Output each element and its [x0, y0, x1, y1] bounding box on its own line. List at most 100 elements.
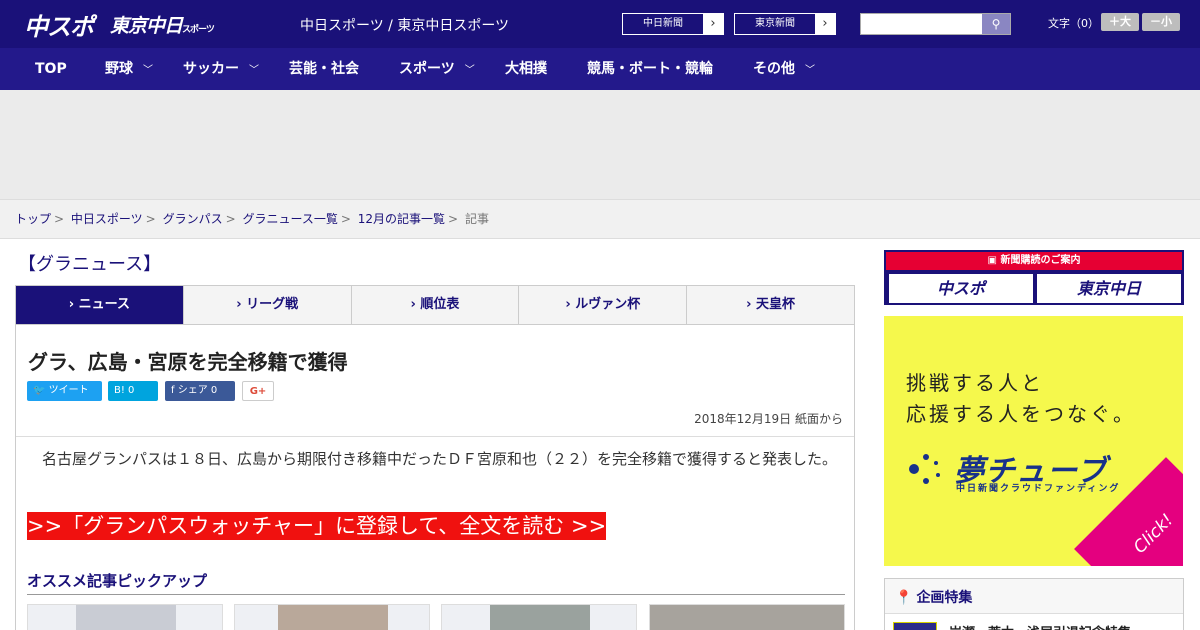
chevron-down-icon: ﹀ — [464, 65, 475, 76]
twitter-icon: 🐦 — [33, 385, 46, 396]
nav-item-baseball[interactable]: 野球 ﹀ — [105, 48, 153, 90]
section-title: 【グラニュース】 — [18, 254, 162, 275]
pickup-title: オススメ記事ピックアップ — [27, 570, 845, 595]
pickup-thumbnail[interactable] — [234, 604, 430, 630]
main-nav: TOP 野球 ﹀ サッカー ﹀ 芸能・社会 スポーツ ﹀ 大相撲 競馬・ボート・競輪 … — [0, 48, 1200, 90]
nav-item-label: 芸能・社会 — [289, 61, 359, 77]
nav-item-label: TOP — [35, 61, 67, 77]
divider — [16, 436, 854, 437]
top-header: 中スポ 東京中日スポーツ 中日スポーツ / 東京中日スポーツ 中日新聞 › 東京… — [0, 0, 1200, 48]
tab-levain-cup[interactable]: › ルヴァン杯 — [519, 286, 688, 324]
nav-item-label: 競馬・ボート・競輪 — [587, 61, 713, 77]
tab-news[interactable]: › ニュース — [16, 286, 184, 324]
font-smaller-button[interactable]: －小 — [1142, 13, 1180, 31]
nav-item-label: スポーツ — [399, 61, 455, 77]
breadcrumb-separator: > — [225, 212, 236, 226]
feature-item[interactable]: 岩瀬・荒木・浅尾引退記念特集 — [885, 613, 1183, 630]
pickup-thumbnail[interactable] — [441, 604, 637, 630]
chevron-right-icon: › — [710, 16, 716, 31]
pickup-thumbnail[interactable] — [649, 604, 845, 630]
breadcrumb-separator: > — [145, 212, 156, 226]
yume-tube-subtitle: 中日新聞クラウドファンディング — [956, 484, 1121, 494]
breadcrumb-chunichi-sports[interactable]: 中日スポーツ — [71, 212, 143, 226]
nav-item-top[interactable]: TOP — [35, 48, 67, 90]
hatena-button[interactable]: B! 0 — [108, 381, 158, 401]
tagline-line: 挑戦する人と — [906, 371, 1044, 395]
article-body: 名古屋グランパスは１８日、広島から期限付き移籍中だったＤＦ宮原和也（２２）を完全… — [42, 450, 838, 468]
tokyo-chunichi-logo-sub: スポーツ — [182, 25, 215, 35]
register-read-full-link[interactable]: >>「グランパスウォッチャー」に登録して、全文を読む >> — [27, 512, 607, 540]
feature-section: 📍企画特集 岩瀬・荒木・浅尾引退記念特集 — [884, 578, 1184, 630]
tab-league[interactable]: › リーグ戦 — [184, 286, 352, 324]
chunichi-sports-logo: 中スポ — [889, 274, 1033, 303]
chunichi-shimbun-link[interactable]: 中日新聞 › — [622, 13, 724, 35]
chevron-down-icon: ﹀ — [805, 65, 815, 76]
tab-emperors-cup[interactable]: › 天皇杯 — [687, 286, 854, 324]
nav-item-label: 大相撲 — [505, 61, 547, 77]
feature-item-label: 岩瀬・荒木・浅尾引退記念特集 — [949, 622, 1131, 630]
ext-link-label: 中日新聞 — [623, 14, 703, 34]
dots-icon — [909, 454, 940, 484]
nav-item-other[interactable]: その他 ﹀ — [753, 48, 815, 90]
subscription-heading-text: 新聞購読のご案内 — [1000, 255, 1081, 266]
font-larger-button[interactable]: ＋大 — [1101, 13, 1139, 31]
newspaper-icon: ▣ — [987, 255, 997, 266]
breadcrumb-separator: > — [448, 212, 459, 226]
breadcrumb-separator: > — [54, 212, 65, 226]
subscription-banner[interactable]: ▣ 新聞購読のご案内 中スポ 東京中日 — [884, 250, 1184, 305]
article-headline: グラ、広島・宮原を完全移籍で獲得 — [28, 350, 348, 374]
breadcrumb-grampus[interactable]: グランパス — [163, 212, 223, 226]
chunichi-sports-logo[interactable]: 中スポ — [24, 7, 94, 42]
chevron-right-icon: › — [822, 16, 828, 31]
breadcrumb-december-list[interactable]: 12月の記事一覧 — [358, 212, 445, 226]
google-plus-button[interactable]: G+ — [242, 381, 274, 401]
feature-title-text: 企画特集 — [916, 590, 973, 606]
breadcrumb-current: 記事 — [464, 212, 489, 226]
article-dateline: 2018年12月19日 紙面から — [694, 412, 843, 426]
search-button[interactable]: ⚲ — [982, 14, 1010, 34]
breadcrumb-gra-news-list[interactable]: グラニュース一覧 — [242, 212, 337, 226]
nav-item-label: サッカー — [183, 61, 239, 77]
chevron-down-icon: ﹀ — [249, 65, 259, 76]
ext-link-label: 東京新聞 — [735, 14, 815, 34]
thumbnail-image — [76, 605, 176, 630]
pickup-thumbnail[interactable] — [27, 604, 223, 630]
thumbnail-image — [278, 605, 388, 630]
nav-item-soccer[interactable]: サッカー ﹀ — [183, 48, 259, 90]
search-icon: ⚲ — [991, 17, 1001, 31]
feature-title: 📍 企画特集 — [895, 587, 972, 607]
tokyo-chunichi-logo: 東京中日 — [1037, 274, 1181, 303]
breadcrumb-top[interactable]: トップ — [15, 212, 51, 226]
subscription-banner-heading: ▣ 新聞購読のご案内 — [886, 252, 1182, 270]
yume-tube-ad[interactable]: 挑戦する人と 応援する人をつなぐ。 夢チューブ 中日新聞クラウドファンディング … — [884, 316, 1183, 566]
nav-item-racing[interactable]: 競馬・ボート・競輪 — [587, 48, 713, 90]
feature-badge — [893, 622, 937, 630]
chevron-down-icon: ﹀ — [143, 65, 153, 76]
tokyo-shimbun-link[interactable]: 東京新聞 › — [734, 13, 836, 35]
article: グラ、広島・宮原を完全移籍で獲得 🐦 ツイート B! 0 f シェア 0 G+ … — [15, 324, 855, 630]
nav-item-label: 野球 — [105, 61, 133, 77]
pin-icon: 📍 — [895, 590, 913, 606]
site-name: 中日スポーツ / 東京中日スポーツ — [300, 18, 510, 34]
nav-item-sumo[interactable]: 大相撲 — [505, 48, 547, 90]
section-tabs: › ニュース › リーグ戦 › 順位表 › ルヴァン杯 › 天皇杯 — [15, 285, 855, 325]
thumbnail-image — [650, 605, 844, 630]
tokyo-chunichi-logo[interactable]: 東京中日スポーツ — [110, 11, 215, 38]
search-input[interactable] — [861, 14, 982, 34]
font-size-label: 文字（0） — [1048, 17, 1099, 30]
facebook-icon: f — [171, 385, 175, 396]
facebook-share-button[interactable]: f シェア 0 — [165, 381, 235, 401]
nav-item-entertainment[interactable]: 芸能・社会 — [289, 48, 359, 90]
breadcrumb: トップ > 中日スポーツ > グランパス > グラニュース一覧 > 12月の記事一覧 > … — [0, 200, 1200, 239]
facebook-share-label: シェア 0 — [177, 385, 218, 396]
tweet-button[interactable]: 🐦 ツイート — [27, 381, 102, 401]
nav-item-sports[interactable]: スポーツ ﹀ — [399, 48, 475, 90]
search-box: ⚲ — [860, 13, 1011, 35]
breadcrumb-separator: > — [340, 212, 351, 226]
ad-banner-area — [0, 90, 1200, 200]
nav-item-label: その他 — [753, 61, 795, 77]
yume-tube-tagline: 挑戦する人と 応援する人をつなぐ。 — [906, 368, 1136, 430]
tweet-label: ツイート — [48, 385, 89, 396]
tagline-line: 応援する人をつなぐ。 — [906, 402, 1136, 426]
tab-standings[interactable]: › 順位表 — [352, 286, 520, 324]
